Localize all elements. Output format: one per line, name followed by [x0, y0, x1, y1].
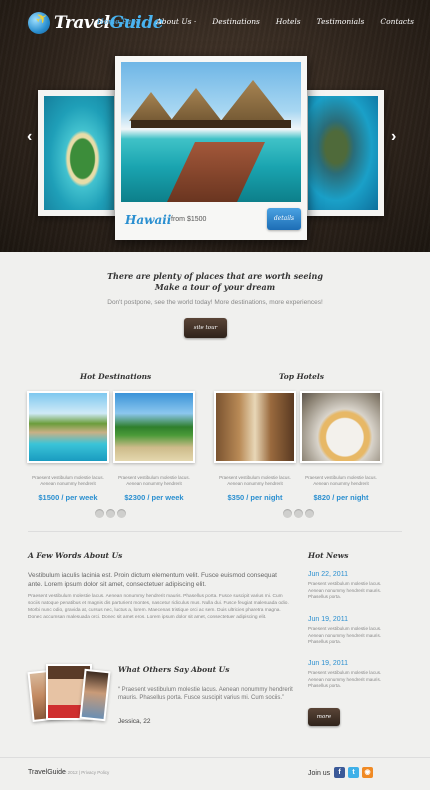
pager-dot[interactable]	[305, 509, 314, 518]
footer: TravelGuide © 2012 | Privacy Policy Join…	[0, 757, 430, 790]
tagline-heading: There are plenty of places that are wort…	[107, 271, 323, 281]
site-tour-button[interactable]: site tour	[184, 318, 227, 338]
resort-pool-photo	[29, 393, 107, 461]
news-title: Hot News	[308, 551, 349, 560]
destination-text-2: Praesent vestibulum molestie lacus. Aene…	[118, 475, 190, 486]
tagline-text: Don't postpone, see the world today! Mor…	[107, 299, 323, 306]
hotel-price-1: $350 / per night	[227, 493, 283, 502]
testimonial-photos	[27, 664, 111, 722]
portrait-photo	[79, 668, 111, 722]
turtle-photo	[308, 96, 378, 210]
destination-thumb-1[interactable]	[27, 391, 109, 463]
more-news-button[interactable]: more	[308, 708, 340, 726]
pager-dot[interactable]	[294, 509, 303, 518]
breakfast-photo	[302, 393, 380, 461]
slide-price: from $1500	[171, 216, 207, 223]
hotels-pager	[283, 509, 314, 518]
hotel-text-2: Praesent vestibulum molestie lacus. Aene…	[305, 475, 377, 486]
news-date-1[interactable]: Jun 22, 2011	[308, 571, 348, 578]
slider-prev-arrow[interactable]: ‹	[27, 128, 32, 146]
destination-price-1: $1500 / per week	[38, 493, 98, 502]
pager-dot[interactable]	[283, 509, 292, 518]
hotel-thumb-2[interactable]	[300, 391, 382, 463]
join-us-label: Join us	[308, 770, 331, 777]
hotel-thumb-1[interactable]	[214, 391, 296, 463]
facebook-icon[interactable]: f	[334, 767, 345, 778]
beach-hut-photo	[115, 393, 193, 461]
nav-testimonials[interactable]: Testimonials	[309, 17, 373, 26]
pager-dot[interactable]	[106, 509, 115, 518]
testimonial-quote: “ Praesent vestibulum molestie lacus. Ae…	[118, 687, 293, 701]
pager-dot[interactable]	[95, 509, 104, 518]
destination-thumb-2[interactable]	[113, 391, 195, 463]
hotels-title: Top Hotels	[279, 372, 324, 381]
about-lead: Vestibulum iaculis lacinia est. Proin di…	[28, 572, 277, 588]
slide-place-name: Hawaii	[125, 213, 172, 227]
news-text-3: Praesent vestibulum molestie lacus. Aene…	[308, 670, 382, 688]
details-button[interactable]: details	[267, 208, 301, 230]
destinations-title: Hot Destinations	[80, 372, 152, 381]
news-text-2: Praesent vestibulum molestie lacus. Aene…	[308, 626, 382, 644]
hotel-text-1: Praesent vestibulum molestie lacus. Aene…	[219, 475, 291, 486]
testimonial-author: Jessica, 22	[118, 718, 151, 725]
slide-turtle[interactable]	[302, 90, 384, 216]
nav-home[interactable]: Home Page	[89, 17, 148, 26]
main-nav: Home Page About Us · Destinations Hotels…	[89, 17, 422, 26]
twitter-icon[interactable]: t	[348, 767, 359, 778]
nav-contacts[interactable]: Contacts	[372, 17, 422, 26]
nav-about[interactable]: About Us ·	[148, 17, 204, 26]
hotel-room-photo	[216, 393, 294, 461]
nav-hotels[interactable]: Hotels	[268, 17, 309, 26]
slide-island[interactable]	[38, 90, 120, 216]
island-photo	[44, 96, 114, 210]
about-body: Praesent vestibulum molestie lacus. Aene…	[28, 594, 289, 620]
nav-destinations[interactable]: Destinations	[204, 17, 268, 26]
featured-slide[interactable]: Hawaii from $1500 details	[115, 56, 307, 240]
destination-text-1: Praesent vestibulum molestie lacus. Aene…	[32, 475, 104, 486]
about-title: A Few Words About Us	[28, 551, 123, 560]
section-divider	[28, 531, 402, 532]
slider-next-arrow[interactable]: ›	[391, 128, 396, 146]
footer-copyright[interactable]: © 2012 | Privacy Policy	[63, 770, 109, 775]
destinations-pager	[95, 509, 126, 518]
destination-price-2: $2300 / per week	[124, 493, 184, 502]
news-date-3[interactable]: Jun 19, 2011	[308, 660, 348, 667]
news-date-2[interactable]: Jun 19, 2011	[308, 616, 348, 623]
header: ✈ TravelGuide Home Page About Us · Desti…	[0, 0, 430, 252]
hotel-price-2: $820 / per night	[313, 493, 369, 502]
rss-icon[interactable]: ◉	[362, 767, 373, 778]
news-text-1: Praesent vestibulum molestie lacus. Aene…	[308, 581, 382, 599]
testimonials-title: What Others Say About Us	[118, 665, 230, 674]
pager-dot[interactable]	[117, 509, 126, 518]
tagline-subheading: Make a tour of your dream	[154, 282, 276, 292]
featured-photo	[121, 62, 301, 202]
footer-brand[interactable]: TravelGuide	[28, 769, 66, 776]
